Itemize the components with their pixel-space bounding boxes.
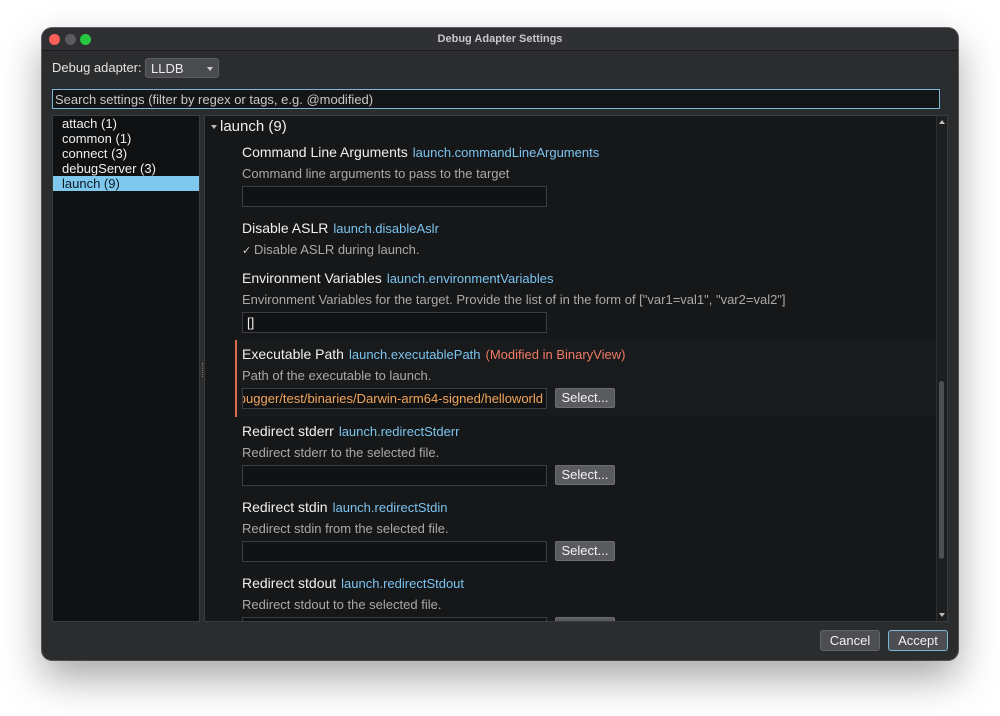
- settings-dialog: Debug Adapter Settings Debug adapter: LL…: [42, 28, 958, 660]
- settings-scrollbar[interactable]: [936, 116, 947, 621]
- setting-description: Redirect stdout to the selected file.: [242, 597, 442, 612]
- setting-key: launch.commandLineArguments: [412, 145, 600, 160]
- modified-indicator: [235, 340, 237, 417]
- category-list: attach (1) common (1) connect (3) debugS…: [52, 115, 200, 622]
- setting-description: Path of the executable to launch.: [242, 368, 432, 383]
- scroll-up-icon[interactable]: [939, 120, 945, 124]
- adapter-dropdown[interactable]: LLDB: [145, 58, 219, 78]
- setting-title: Environment Variables launch.environmentV…: [242, 270, 554, 286]
- setting-title: Redirect stderr launch.redirectStderr: [242, 423, 459, 439]
- window-title: Debug Adapter Settings: [437, 33, 563, 45]
- search-input[interactable]: [52, 89, 940, 109]
- setting-command-line-arguments: Command Line Arguments launch.commandLine…: [235, 140, 937, 214]
- category-item-common[interactable]: common (1): [53, 131, 199, 146]
- setting-key: launch.environmentVariables: [386, 271, 554, 286]
- setting-title: Executable Path launch.executablePath (Mod…: [242, 346, 625, 362]
- cancel-button[interactable]: Cancel: [820, 630, 880, 651]
- title-bar: Debug Adapter Settings: [42, 28, 958, 51]
- redirect-stdin-input[interactable]: [242, 541, 547, 562]
- redirect-stderr-select-button[interactable]: Select...: [555, 465, 615, 485]
- check-icon: ✓: [242, 245, 252, 257]
- setting-title-text: Command Line Arguments: [242, 144, 408, 160]
- setting-title-text: Disable ASLR: [242, 220, 329, 236]
- setting-description: Environment Variables for the target. Pr…: [242, 292, 786, 307]
- setting-title-text: Executable Path: [242, 346, 344, 362]
- setting-key: launch.disableAslr: [333, 221, 439, 236]
- checkbox-label: Disable ASLR during launch.: [254, 242, 420, 257]
- setting-title: Redirect stdout launch.redirectStdout: [242, 575, 464, 591]
- executable-path-select-button[interactable]: Select...: [555, 388, 615, 408]
- setting-title-text: Redirect stderr: [242, 423, 334, 439]
- setting-title-text: Redirect stdout: [242, 575, 337, 591]
- chevron-down-icon: [211, 125, 217, 129]
- setting-redirect-stderr: Redirect stderr launch.redirectStderr Red…: [235, 418, 937, 494]
- setting-title: Disable ASLR launch.disableAslr: [242, 220, 439, 236]
- executable-path-input[interactable]: ⁦debugger/test/binaries/Darwin-arm64-sig…: [242, 388, 547, 409]
- setting-description: Redirect stdin from the selected file.: [242, 521, 449, 536]
- setting-title-text: Environment Variables: [242, 270, 382, 286]
- modified-badge: (Modified in BinaryView): [485, 347, 626, 362]
- group-title: launch (9): [220, 118, 287, 135]
- redirect-stdin-select-button[interactable]: Select...: [555, 541, 615, 561]
- redirect-stderr-input[interactable]: [242, 465, 547, 486]
- setting-description: Command line arguments to pass to the ta…: [242, 166, 510, 181]
- category-item-launch[interactable]: launch (9): [53, 176, 199, 191]
- setting-executable-path: Executable Path launch.executablePath (Mod…: [235, 340, 937, 417]
- environment-variables-input[interactable]: []: [242, 312, 547, 333]
- setting-title: Redirect stdin launch.redirectStdin: [242, 499, 448, 515]
- adapter-dropdown-value: LLDB: [151, 61, 184, 76]
- setting-redirect-stdout: Redirect stdout launch.redirectStdout Red…: [235, 570, 937, 621]
- category-item-connect[interactable]: connect (3): [53, 146, 199, 161]
- adapter-label: Debug adapter:: [52, 60, 142, 75]
- setting-description: Redirect stderr to the selected file.: [242, 445, 440, 460]
- setting-disable-aslr: Disable ASLR launch.disableAslr ✓ Disable …: [235, 216, 937, 266]
- setting-key: launch.redirectStdin: [332, 500, 448, 515]
- scrollbar-thumb[interactable]: [939, 381, 944, 559]
- setting-title: Command Line Arguments launch.commandLine…: [242, 144, 599, 160]
- setting-key: launch.redirectStdout: [341, 576, 465, 591]
- category-item-attach[interactable]: attach (1): [53, 116, 199, 131]
- scroll-down-icon[interactable]: [939, 613, 945, 617]
- setting-key: launch.executablePath: [348, 347, 481, 362]
- setting-redirect-stdin: Redirect stdin launch.redirectStdin Redir…: [235, 494, 937, 570]
- settings-panel: launch (9) Command Line Arguments launch.…: [204, 115, 948, 622]
- setting-key: launch.redirectStderr: [338, 424, 460, 439]
- redirect-stdout-select-button[interactable]: [555, 617, 615, 621]
- command-line-arguments-input[interactable]: [242, 186, 547, 207]
- setting-title-text: Redirect stdin: [242, 499, 328, 515]
- category-item-debugserver[interactable]: debugServer (3): [53, 161, 199, 176]
- setting-environment-variables: Environment Variables launch.environmentV…: [235, 266, 937, 340]
- disable-aslr-checkbox[interactable]: ✓ Disable ASLR during launch.: [242, 242, 420, 257]
- redirect-stdout-input[interactable]: [242, 617, 547, 621]
- chevron-down-icon: [207, 67, 213, 71]
- accept-button[interactable]: Accept: [888, 630, 948, 651]
